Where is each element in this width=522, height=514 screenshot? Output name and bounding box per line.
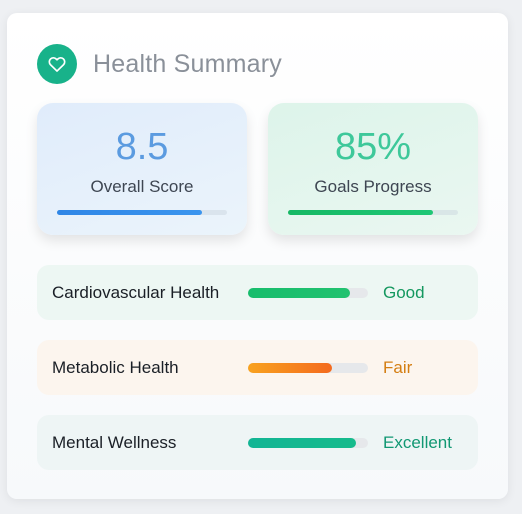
cardiovascular-health-bar	[248, 287, 368, 298]
metabolic-health-bar-fill	[248, 362, 332, 373]
cardiovascular-health-status: Good	[383, 282, 425, 302]
goals-progress-value: 85%	[334, 126, 412, 168]
cardiovascular-health-bar-fill	[248, 287, 350, 298]
metabolic-health-status: Fair	[383, 357, 413, 377]
overall-score-value: 8.5	[115, 126, 169, 168]
goals-progress-label: Goals Progress	[314, 177, 432, 196]
mental-wellness-status: Excellent	[383, 432, 452, 452]
mental-wellness-label: Mental Wellness	[52, 432, 177, 452]
overall-score-bar	[57, 210, 227, 215]
goals-progress-card: 85% Goals Progress	[268, 103, 478, 235]
mental-wellness-bar-fill	[248, 437, 356, 448]
metabolic-health-bar	[248, 362, 368, 373]
overall-score-card: 8.5 Overall Score	[37, 103, 247, 235]
card-title: Health Summary	[93, 49, 282, 78]
metabolic-health-label: Metabolic Health	[52, 357, 179, 377]
mental-wellness-bar	[248, 437, 368, 448]
goals-progress-bar-fill	[288, 210, 433, 215]
mental-wellness-row: Mental Wellness Excellent	[37, 415, 478, 470]
overall-score-label: Overall Score	[90, 177, 194, 196]
cardiovascular-health-label: Cardiovascular Health	[52, 282, 220, 302]
health-summary-card: Health Summary 8.5 Overall Score 85% Goa…	[7, 13, 508, 499]
card-header: Health Summary	[37, 44, 282, 84]
cardiovascular-health-row: Cardiovascular Health Good	[37, 265, 478, 320]
heart-icon	[37, 44, 77, 84]
overall-score-bar-fill	[57, 210, 202, 215]
metabolic-health-row: Metabolic Health Fair	[37, 340, 478, 395]
goals-progress-bar	[288, 210, 458, 215]
